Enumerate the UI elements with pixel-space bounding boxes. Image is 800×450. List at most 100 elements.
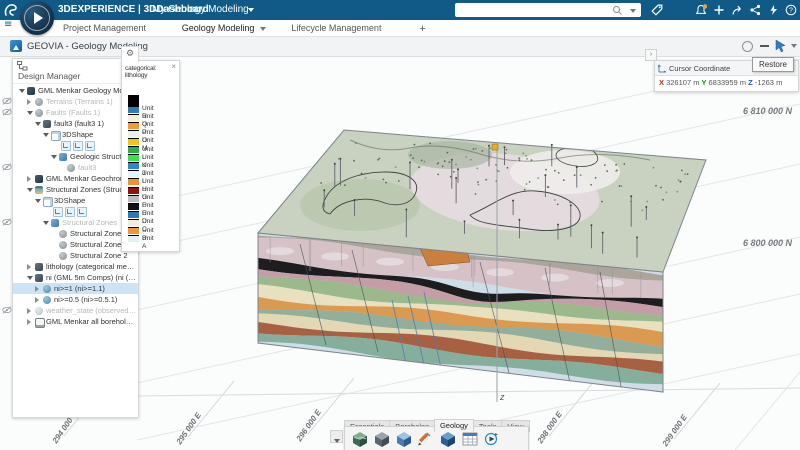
run-compute-icon[interactable]: [483, 430, 501, 448]
representation-badge-icon[interactable]: [73, 141, 83, 151]
legend-color-swatch: [128, 235, 139, 243]
collapse-arrow-icon[interactable]: [35, 285, 39, 292]
tree-item[interactable]: Structural Zone 1: [13, 239, 138, 250]
assistant-icon[interactable]: [767, 4, 779, 16]
tree-item[interactable]: 3DShape: [13, 195, 138, 207]
geovia-app-icon[interactable]: [10, 40, 22, 52]
z-axis-label: z: [500, 392, 505, 402]
north-coordinate-label: 6 800 000 N: [742, 238, 792, 248]
action-tab-geology[interactable]: Geology: [433, 419, 474, 432]
search-icon[interactable]: [612, 5, 623, 16]
coordinate-value-y: 6833959 m: [708, 78, 749, 87]
tree-item[interactable]: GML Menkar Geology Models A: [13, 85, 138, 96]
add-icon[interactable]: [713, 4, 725, 16]
expand-arrow-icon[interactable]: [27, 110, 33, 115]
expand-arrow-icon[interactable]: [43, 132, 49, 137]
collapse-arrow-icon[interactable]: [35, 296, 39, 303]
tree-item[interactable]: Terrains (Terrains 1): [13, 96, 138, 107]
dashboard-tab-project-management[interactable]: Project Management: [63, 23, 146, 38]
record-circle-icon[interactable]: [742, 41, 753, 52]
expand-arrow-icon[interactable]: [51, 154, 57, 159]
table-view-icon[interactable]: [461, 430, 479, 448]
menu-icon[interactable]: ≡: [4, 19, 12, 30]
expand-arrow-icon[interactable]: [43, 220, 49, 225]
hidden-eye-slash-icon[interactable]: [2, 108, 12, 116]
block-model-icon[interactable]: [373, 430, 391, 448]
iso-node-icon: [43, 295, 51, 304]
representation-badge-row[interactable]: [13, 140, 138, 151]
legend-color-swatch: [128, 94, 139, 106]
collaborate-icon[interactable]: [749, 4, 761, 16]
legend-color-swatch: [128, 202, 139, 210]
legend-settings-tab[interactable]: ⚙: [121, 46, 139, 62]
expand-arrow-icon[interactable]: [27, 187, 33, 192]
legend-title: categorical: lithology: [125, 65, 157, 79]
tree-item[interactable]: Structural Zone 2: [13, 250, 138, 261]
cursor-coordinates: X 326107 m Y 6833959 m Z -1263 m: [659, 78, 782, 87]
minimize-icon[interactable]: [760, 45, 769, 47]
tree-item[interactable]: weather_state (observed weather st: [13, 305, 138, 316]
search-options-chevron-icon[interactable]: [630, 9, 636, 13]
coordinate-axis-z: Z: [748, 78, 755, 87]
expand-arrow-icon[interactable]: [35, 198, 41, 203]
tree-item[interactable]: Geologic Structure: [13, 151, 138, 162]
legend-item-label: Unit A: [142, 234, 154, 250]
share-icon[interactable]: [731, 4, 743, 16]
representation-badge-icon[interactable]: [53, 207, 63, 217]
expand-arrow-icon[interactable]: [19, 88, 25, 93]
gear-icon[interactable]: ⚙: [126, 49, 134, 59]
tree-item[interactable]: fault3: [13, 162, 138, 173]
tree-item[interactable]: Structural Zones (Structural Zone: [13, 184, 138, 195]
dashboard-tab-geology-modeling[interactable]: Geology Modeling: [177, 23, 279, 41]
notifications-icon[interactable]: [695, 4, 707, 16]
collapse-arrow-icon[interactable]: [27, 318, 31, 325]
tree-item[interactable]: fault3 (fault3 1): [13, 118, 138, 129]
hidden-eye-slash-icon[interactable]: [2, 163, 12, 171]
representation-badge-icon[interactable]: [85, 141, 95, 151]
tree-item[interactable]: Faults (Faults 1): [13, 107, 138, 118]
tree-item[interactable]: ni>=1 (ni>=1.1): [13, 283, 138, 294]
dashboard-tab-lifecycle-management[interactable]: Lifecycle Management: [291, 23, 381, 38]
tab-chevron-icon[interactable]: [260, 26, 267, 31]
add-tab-button[interactable]: +: [419, 23, 425, 38]
terrain-model-icon[interactable]: [351, 430, 369, 448]
dassault-systemes-logo: [4, 4, 17, 16]
zones-node-icon: [35, 185, 43, 194]
hidden-eye-slash-icon[interactable]: [2, 306, 12, 314]
representation-badge-row[interactable]: [13, 206, 138, 217]
hidden-eye-slash-icon[interactable]: [2, 218, 12, 226]
help-icon[interactable]: ?: [785, 4, 797, 16]
collapse-arrow-icon[interactable]: [27, 175, 31, 182]
edit-geology-icon[interactable]: [417, 430, 435, 448]
tree-item[interactable]: ni (GML 5m Comps) (ni (GML 5m C: [13, 272, 138, 283]
tree-item[interactable]: 3DShape: [13, 129, 138, 141]
restore-icon[interactable]: [774, 39, 787, 53]
representation-badge-icon[interactable]: [61, 141, 71, 151]
geology-shape-icon[interactable]: [395, 430, 413, 448]
representation-badge-icon[interactable]: [65, 207, 75, 217]
workspace-chevron-icon[interactable]: [248, 8, 254, 12]
tree-item[interactable]: lithology (categorical measurement): [13, 261, 138, 272]
tree-item[interactable]: Structural Zones: [13, 217, 138, 228]
action-bar-collapse-button[interactable]: [330, 430, 343, 444]
expand-arrow-icon[interactable]: [35, 121, 41, 126]
collapse-arrow-icon[interactable]: [27, 98, 31, 105]
tree-item[interactable]: GML Menkar all boreholes (2): [13, 316, 138, 328]
view-options-chevron-icon[interactable]: [791, 44, 797, 48]
representation-badge-icon[interactable]: [77, 207, 87, 217]
tree-item[interactable]: ni>=0.5 (ni>=0.5.1): [13, 294, 138, 305]
expand-arrow-icon[interactable]: [27, 275, 33, 280]
action-bar: EssentialsBoreholesGeologyToolsView: [330, 414, 530, 450]
hidden-eye-slash-icon[interactable]: [2, 97, 12, 105]
tag-icon[interactable]: [650, 3, 664, 17]
collapse-arrow-icon[interactable]: [27, 307, 31, 314]
collapse-arrow-icon[interactable]: [27, 263, 31, 270]
legend-color-swatch: [128, 178, 139, 186]
design-tree-icon[interactable]: [17, 61, 28, 71]
tree-item[interactable]: Structural Zone 0: [13, 228, 138, 239]
workspace-title[interactable]: My Geology Modeling: [152, 4, 249, 15]
solid-model-icon[interactable]: [439, 430, 457, 448]
search-input[interactable]: [455, 3, 641, 17]
tree-item[interactable]: GML Menkar Geochronology (G: [13, 173, 138, 184]
3dcompass-icon[interactable]: [20, 1, 54, 35]
